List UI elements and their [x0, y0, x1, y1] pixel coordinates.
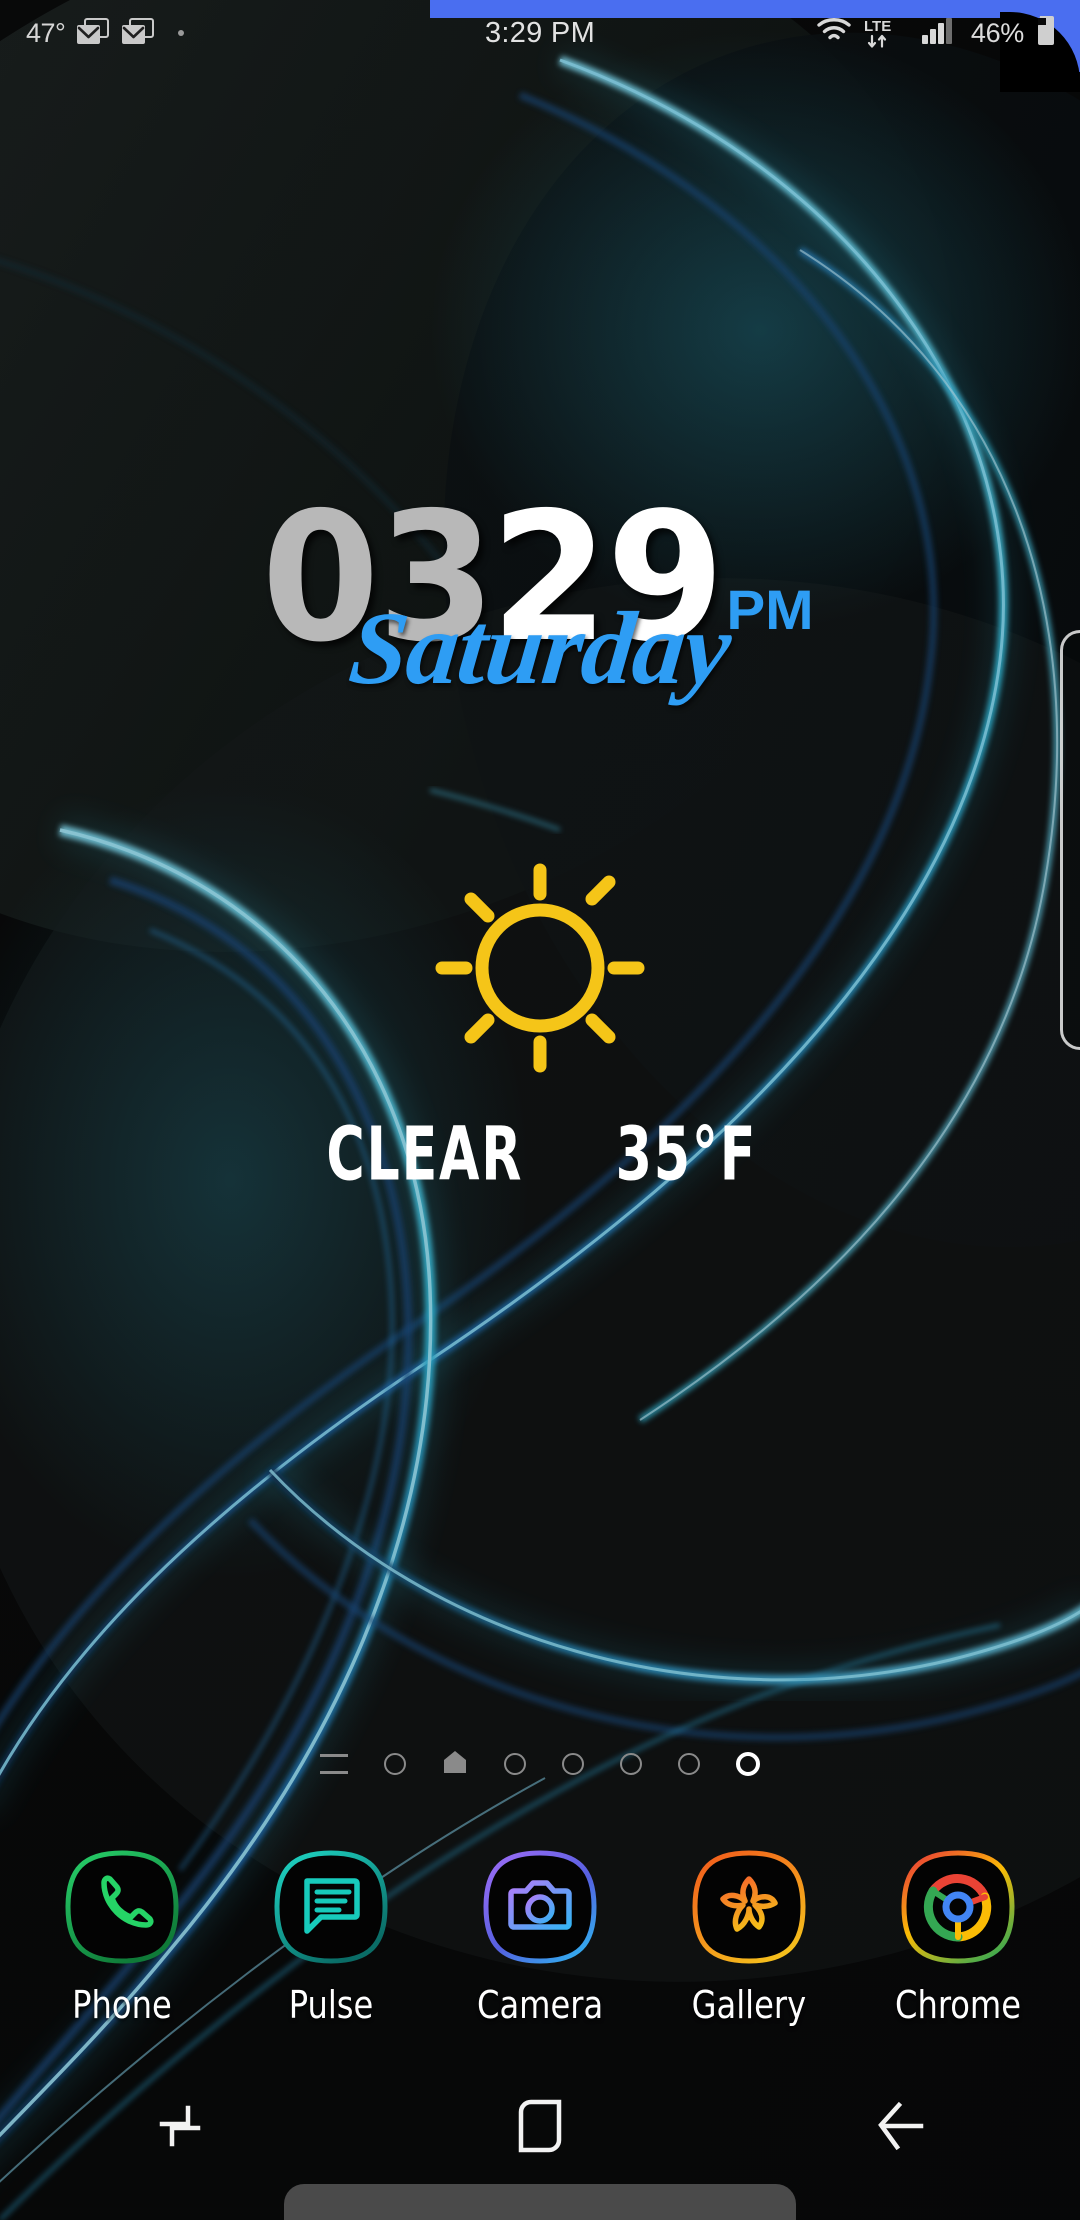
dock-label-pulse: Pulse — [288, 1983, 374, 2027]
battery-percent: 46% — [970, 17, 1024, 48]
page-indicator[interactable] — [0, 1745, 1080, 1783]
chrome-icon[interactable] — [896, 1845, 1020, 1969]
clock-widget[interactable]: 03 29 PM Saturday — [0, 489, 1080, 708]
page-indicator-dot[interactable] — [504, 1753, 526, 1775]
mail-icon — [121, 18, 155, 48]
message-icon[interactable] — [269, 1845, 393, 1969]
dock-item-chrome[interactable]: Chrome — [863, 1845, 1053, 2027]
sun-icon — [0, 862, 1080, 1074]
page-indicator-dot[interactable] — [562, 1753, 584, 1775]
page-indicator-dot[interactable] — [678, 1753, 700, 1775]
page-indicator-home-icon[interactable] — [442, 1749, 468, 1780]
dock-label-gallery: Gallery — [691, 1983, 807, 2027]
weather-condition: CLEAR — [326, 1111, 523, 1198]
page-indicator-lines-icon[interactable] — [320, 1754, 348, 1774]
home-square-icon — [513, 2096, 567, 2161]
back-button[interactable] — [720, 2053, 1080, 2203]
dock[interactable]: Phone Pulse Camera Gallery Chrome — [0, 1845, 1080, 2060]
bottom-sheet-handle[interactable] — [284, 2184, 796, 2220]
back-arrow-icon — [871, 2097, 929, 2160]
dock-item-pulse[interactable]: Pulse — [236, 1845, 426, 2027]
dock-label-phone: Phone — [72, 1983, 173, 2027]
dock-label-camera: Camera — [476, 1983, 604, 2027]
weather-widget[interactable]: CLEAR 35°F — [0, 862, 1080, 1198]
mail-icon — [76, 18, 110, 48]
status-bar-right[interactable]: LTE 46% — [815, 0, 1058, 66]
dock-item-camera[interactable]: Camera — [445, 1845, 635, 2027]
edge-panel-handle[interactable] — [1060, 630, 1080, 1050]
status-bar-left[interactable]: 47° — [0, 17, 185, 49]
page-indicator-dot[interactable] — [620, 1753, 642, 1775]
flower-icon[interactable] — [687, 1845, 811, 1969]
recents-icon — [152, 2098, 208, 2159]
dock-item-gallery[interactable]: Gallery — [654, 1845, 844, 2027]
signal-icon — [921, 15, 961, 52]
recents-button[interactable] — [0, 2053, 360, 2203]
page-indicator-dot-active[interactable] — [736, 1752, 760, 1776]
wifi-icon — [815, 15, 853, 52]
battery-icon — [1034, 13, 1058, 54]
phone-icon[interactable] — [60, 1845, 184, 1969]
home-button[interactable] — [360, 2053, 720, 2203]
dock-label-chrome: Chrome — [894, 1983, 1021, 2027]
weather-temperature: 35°F — [616, 1111, 758, 1198]
status-temperature: 47° — [26, 17, 66, 48]
home-screen: 47° 3:29 PM LTE 46% 03 29 PM Saturday CL… — [0, 0, 1080, 2220]
dock-item-phone[interactable]: Phone — [27, 1845, 217, 2027]
clock-weekday: Saturday — [344, 590, 736, 706]
weather-summary-row: CLEAR 35°F — [0, 1111, 1080, 1197]
dot-icon — [178, 30, 185, 36]
lte-icon: LTE — [863, 16, 911, 50]
svg-text:LTE: LTE — [864, 18, 891, 35]
camera-icon[interactable] — [478, 1845, 602, 1969]
page-indicator-dot[interactable] — [384, 1753, 406, 1775]
status-bar[interactable]: 47° 3:29 PM LTE 46% — [0, 0, 1080, 66]
